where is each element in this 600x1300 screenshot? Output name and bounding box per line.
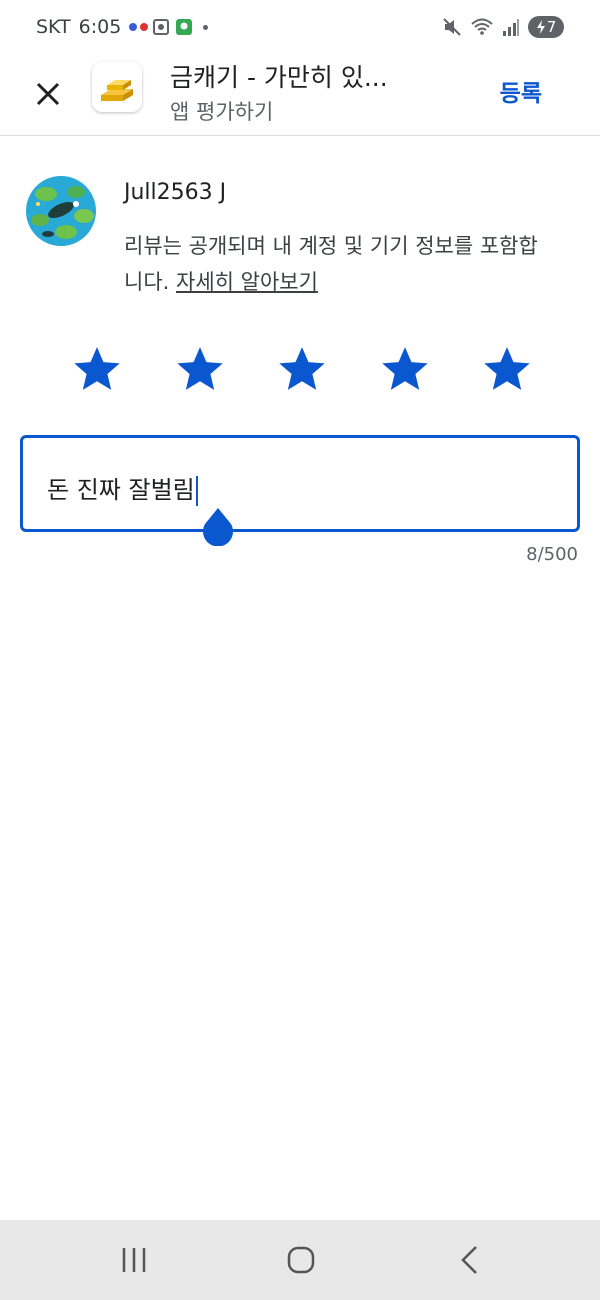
avatar-image	[26, 176, 96, 246]
star-icon[interactable]	[175, 344, 225, 394]
recent-apps-icon	[122, 1248, 146, 1272]
system-nav-bar	[0, 1220, 600, 1300]
review-text-wrapper[interactable]: 돈 진짜 잘벌림	[47, 470, 198, 506]
gold-bars-icon	[101, 80, 133, 101]
clock: 6:05	[78, 16, 122, 38]
charging-icon	[536, 20, 545, 34]
user-name: Jull2563 J	[124, 180, 227, 205]
star-rating	[72, 344, 532, 396]
notification-icon	[140, 23, 149, 31]
status-right: 7	[442, 16, 564, 38]
close-icon	[36, 82, 60, 106]
status-left: SKT 6:05	[36, 16, 209, 38]
star-icon[interactable]	[72, 344, 122, 394]
app-icon	[92, 62, 142, 112]
avatar	[26, 176, 96, 246]
app-title: 금캐기 - 가만히 있...	[170, 63, 388, 92]
home-icon	[287, 1246, 315, 1274]
character-counter: 8/500	[526, 544, 578, 565]
public-review-notice: 리뷰는 공개되며 내 계정 및 기기 정보를 포함합니다. 자세히 알아보기	[124, 228, 544, 300]
back-icon	[461, 1246, 477, 1274]
mute-icon	[443, 18, 461, 36]
notification-icons	[129, 17, 209, 37]
review-input[interactable]: 돈 진짜 잘벌림	[20, 435, 580, 546]
back-button[interactable]	[450, 1240, 490, 1280]
wifi-icon	[471, 18, 493, 35]
signal-icon	[503, 19, 519, 36]
star-icon[interactable]	[380, 344, 430, 394]
top-app-bar: 금캐기 - 가만히 있... 앱 평가하기 등록	[0, 54, 600, 136]
star-icon[interactable]	[277, 344, 327, 394]
more-notifications-icon	[203, 24, 209, 30]
star-icon[interactable]	[482, 344, 532, 394]
status-bar: SKT 6:05 7	[0, 0, 600, 54]
page-subtitle: 앱 평가하기	[170, 100, 274, 124]
carrier-label: SKT	[36, 16, 71, 38]
cursor-handle[interactable]	[201, 508, 235, 546]
battery-indicator: 7	[528, 16, 564, 38]
battery-level: 7	[546, 18, 557, 36]
recent-apps-button[interactable]	[114, 1240, 154, 1280]
notification-icon	[129, 23, 138, 31]
text-cursor	[195, 476, 198, 506]
screenshot-icon	[153, 19, 170, 35]
location-icon	[176, 19, 193, 35]
close-button[interactable]	[26, 72, 70, 116]
learn-more-link[interactable]: 자세히 알아보기	[176, 270, 318, 294]
review-text: 돈 진짜 잘벌림	[47, 476, 195, 504]
home-button[interactable]	[281, 1240, 321, 1280]
submit-button[interactable]: 등록	[500, 74, 542, 108]
